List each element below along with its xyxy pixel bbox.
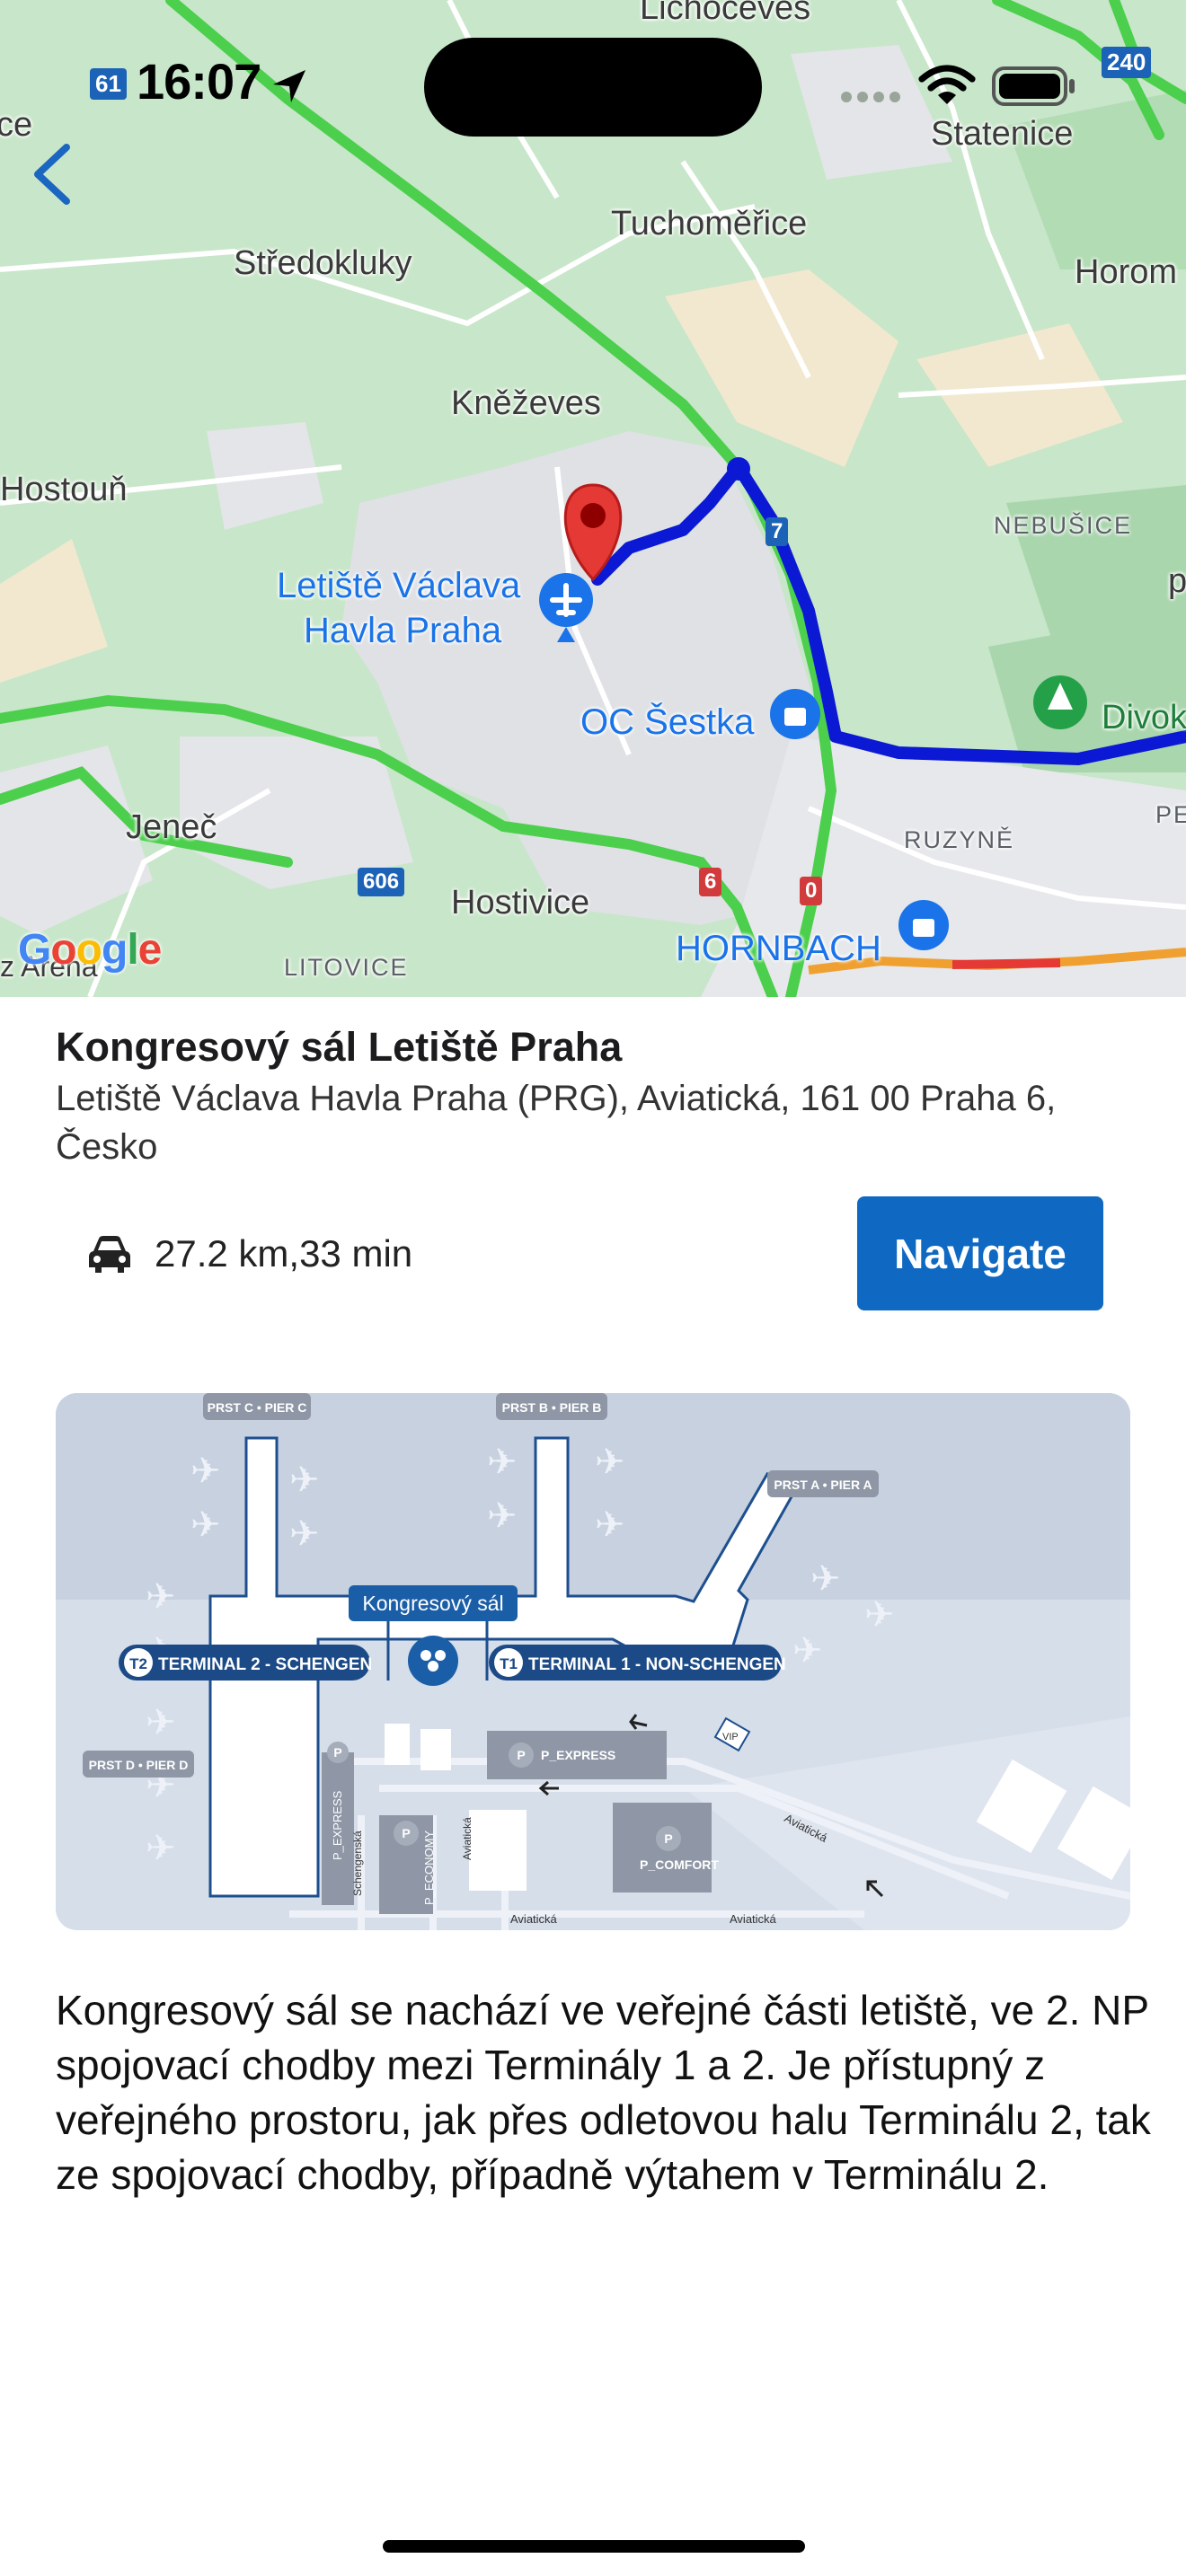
map-label-nebusice: NEBUŠICE [994,512,1133,539]
place-title: Kongresový sál Letiště Praha [56,1024,623,1070]
svg-text:✈: ✈ [146,1703,176,1742]
parking-p-text: P [517,1748,525,1762]
map-label-divok: Divok [1102,699,1186,737]
svg-text:✈: ✈ [487,1442,518,1482]
t2-badge-text: T2 [129,1655,147,1672]
street-schengenska-text: Schengenská [351,1831,364,1896]
parking-p-text: P [664,1831,672,1846]
pier-label-b: PRST B • PIER B [496,1393,607,1420]
back-chevron-icon[interactable] [25,142,88,205]
road-shield-0: 0 [800,877,823,905]
pier-c-text: PRST C • PIER C [208,1400,307,1415]
navigate-button[interactable]: Navigate [857,1196,1103,1310]
place-description: Kongresový sál se nachází ve veřejné čás… [56,1987,1151,2198]
floor-plan-image: ✈✈✈✈ ✈✈✈✈ ✈✈✈✈✈ ✈✈✈✈ PRST C • PIER C [56,1393,1130,1930]
pier-a-text: PRST A • PIER A [774,1478,872,1492]
map-label-airport-line1: Letiště Václava [277,566,521,605]
map-label-knezeves: Kněževes [451,384,601,422]
svg-text:✈: ✈ [864,1595,895,1635]
location-arrow-icon [273,70,305,102]
terminal-2-label: T2 TERMINAL 2 - SCHENGEN [119,1645,372,1681]
kongresovy-sal-text: Kongresový sál [362,1592,503,1615]
map-label-tuchomerice: Tuchoměřice [611,205,808,243]
svg-text:✈: ✈ [190,1451,221,1491]
vip-text: VIP [722,1732,739,1742]
map-label-ruzyne: RUZYNĚ [904,826,1015,853]
svg-text:✈: ✈ [289,1514,320,1554]
parking-comfort-text: P_COMFORT [640,1857,719,1872]
parking-economy-text: P_ECONOMY [422,1831,436,1905]
map-label-jenec: Jeneč [126,808,217,846]
svg-text:✈: ✈ [810,1559,841,1599]
street-aviaticka-text: Aviatická [730,1912,777,1926]
svg-text:✈: ✈ [190,1505,221,1545]
svg-text:✈: ✈ [595,1442,625,1482]
status-bar: 61 16:07 240 [0,0,1186,137]
map-label-horom: Horom [1075,253,1178,291]
svg-text:✈: ✈ [792,1631,823,1671]
map-label-hostoun: Hostouň [0,471,128,508]
terminal-1-text: TERMINAL 1 - NON-SCHENGEN [528,1655,786,1674]
route-summary: 27.2 km,33 min [86,1227,412,1281]
road-shield-7: 7 [766,517,789,546]
road-shield-606: 606 [358,868,405,896]
map-label-stredokluky: Středokluky [234,244,412,282]
parking-express-text: P_EXPRESS [541,1748,615,1762]
map-label-hornbach: HORNBACH [676,929,881,968]
status-time: 16:07 [137,53,261,110]
street-aviaticka-text: Aviatická [510,1912,558,1926]
pier-label-c: PRST C • PIER C [203,1393,311,1420]
street-aviaticka-text: Aviatická [461,1817,474,1860]
road-shield-61: 61 [90,68,127,100]
signal-dots-icon [841,92,900,102]
route-distance-time: 27.2 km,33 min [155,1232,413,1275]
svg-text:✈: ✈ [146,1577,176,1617]
parking-express-vertical-text: P_EXPRESS [331,1790,344,1860]
parking-p-text: P [333,1745,341,1760]
road-shield-6: 6 [699,868,722,896]
svg-text:✈: ✈ [487,1496,518,1536]
dynamic-island [424,38,762,137]
map-label-oc-sestka: OC Šestka [580,702,755,742]
place-address: Letiště Václava Havla Praha (PRG), Aviat… [56,1079,1057,1167]
map-label-hostivice: Hostivice [451,884,590,922]
home-indicator[interactable] [383,2540,805,2553]
map-label-p: p [1168,562,1186,600]
map-label-litovice: LITOVICE [284,954,409,981]
pier-b-text: PRST B • PIER B [502,1400,602,1415]
parking-p-text: P [402,1826,410,1840]
terminal-2-text: TERMINAL 2 - SCHENGEN [158,1655,372,1674]
map-label-pe: PE [1155,801,1186,828]
road-shield-240: 240 [1102,47,1152,78]
svg-text:✈: ✈ [595,1505,625,1545]
terminal-1-label: T1 TERMINAL 1 - NON-SCHENGEN [489,1645,786,1681]
pier-label-d: PRST D • PIER D [83,1751,194,1778]
pier-label-a: PRST A • PIER A [767,1470,879,1497]
battery-icon [992,66,1075,106]
t1-badge-text: T1 [500,1655,518,1672]
car-icon [89,1236,130,1273]
wifi-icon [918,65,976,104]
svg-text:✈: ✈ [146,1829,176,1868]
pier-d-text: PRST D • PIER D [89,1758,189,1772]
map-view[interactable]: Lichoceves Statenice ce Tuchoměřice Stře… [0,0,1186,997]
google-logo: Google [18,926,162,974]
svg-text:✈: ✈ [289,1460,320,1500]
map-label-airport-line2: Havla Praha [304,611,502,650]
